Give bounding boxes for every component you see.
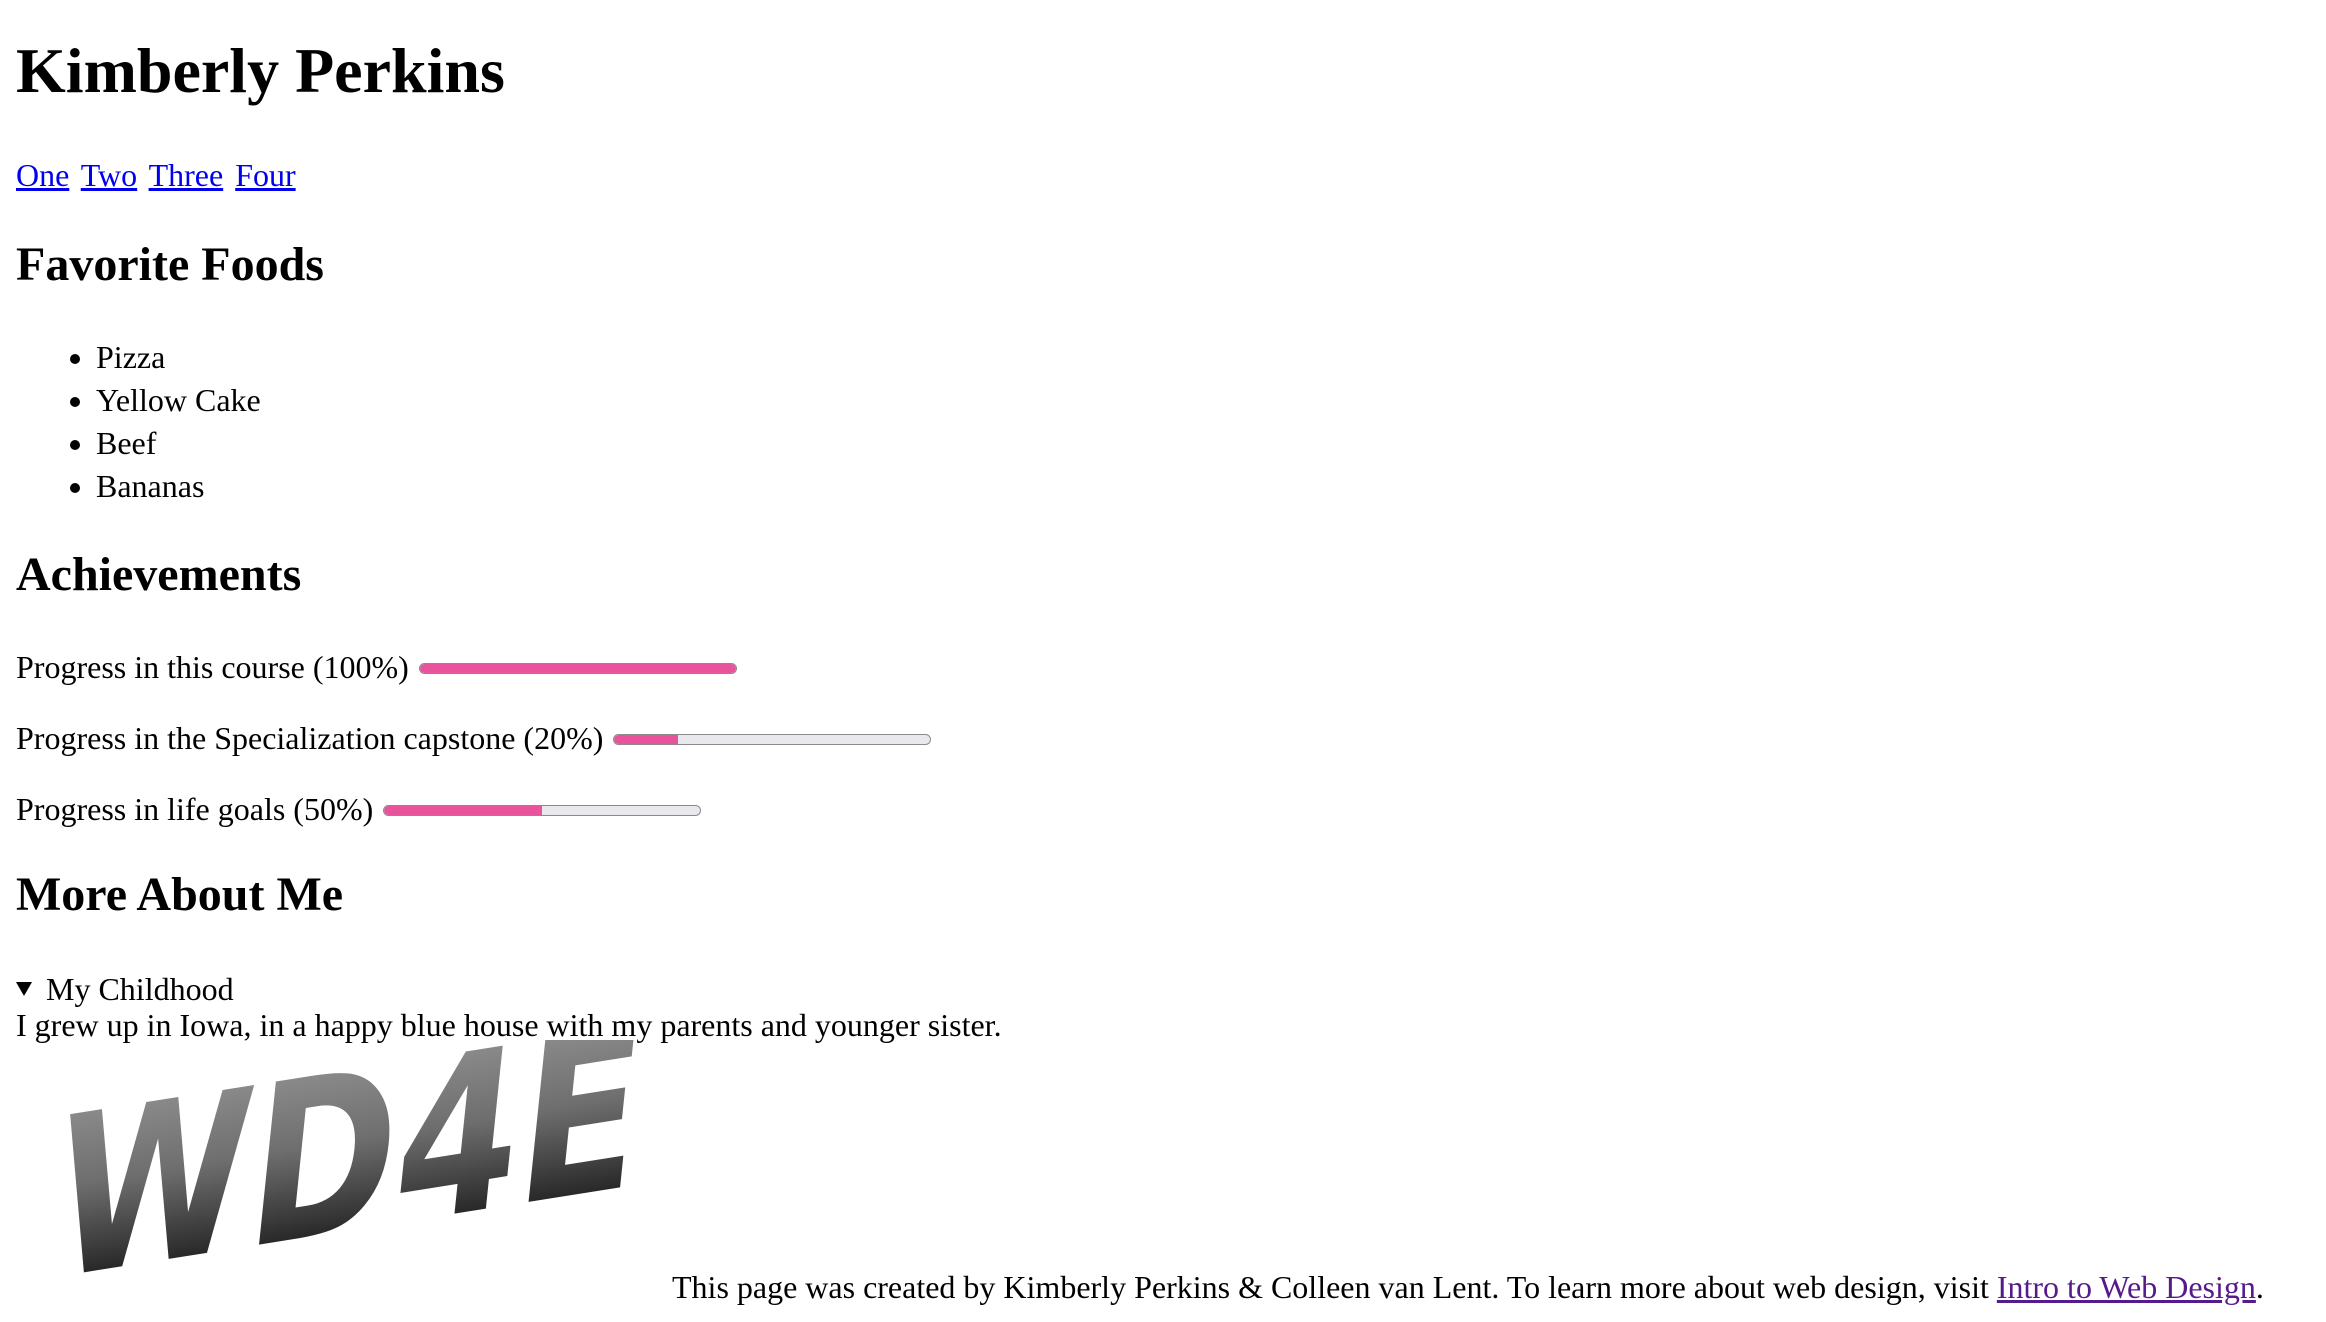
progress-label: Progress in life goals (50%) (16, 791, 374, 827)
svg-text:WD4E: WD4E (43, 1040, 640, 1310)
progress-fill (384, 805, 543, 815)
wd4e-logo: WD4E (43, 1040, 640, 1310)
foods-list: Pizza Yellow Cake Beef Bananas (64, 336, 261, 508)
page-title: Kimberly Perkins (16, 35, 505, 106)
disclosure-triangle-icon[interactable] (16, 982, 32, 997)
nav-links: One Two Three Four (16, 156, 300, 194)
foods-heading: Favorite Foods (16, 238, 324, 291)
list-item: Pizza (96, 336, 261, 379)
progress-label: Progress in the Specialization capstone … (16, 720, 604, 756)
list-item: Bananas (96, 465, 261, 508)
progress-row-life-goals: Progress in life goals (50%) (16, 790, 702, 828)
achievements-heading: Achievements (16, 548, 302, 601)
progress-bar (613, 733, 932, 745)
childhood-summary[interactable]: My Childhood (16, 970, 1002, 1008)
progress-bar (383, 804, 702, 816)
footer-text: This page was created by Kimberly Perkin… (672, 1269, 1997, 1305)
nav-link-two[interactable]: Two (81, 157, 137, 193)
list-item: Yellow Cake (96, 379, 261, 422)
nav-link-three[interactable]: Three (149, 157, 224, 193)
intro-web-design-link[interactable]: Intro to Web Design (1997, 1269, 2256, 1305)
summary-label: My Childhood (46, 971, 234, 1007)
footer: This page was created by Kimberly Perkin… (672, 1268, 2264, 1306)
progress-bar (418, 662, 737, 674)
progress-fill (419, 663, 736, 673)
progress-row-capstone: Progress in the Specialization capstone … (16, 719, 932, 757)
list-item: Beef (96, 422, 261, 465)
page: Kimberly Perkins One Two Three Four Favo… (0, 0, 2326, 1322)
progress-row-course: Progress in this course (100%) (16, 648, 737, 686)
nav-link-one[interactable]: One (16, 157, 69, 193)
progress-fill (614, 734, 678, 744)
progress-label: Progress in this course (100%) (16, 649, 409, 685)
about-heading: More About Me (16, 868, 344, 921)
footer-end: . (2255, 1269, 2264, 1305)
childhood-details: My Childhood I grew up in Iowa, in a hap… (16, 970, 1002, 1045)
nav-link-four[interactable]: Four (235, 157, 295, 193)
